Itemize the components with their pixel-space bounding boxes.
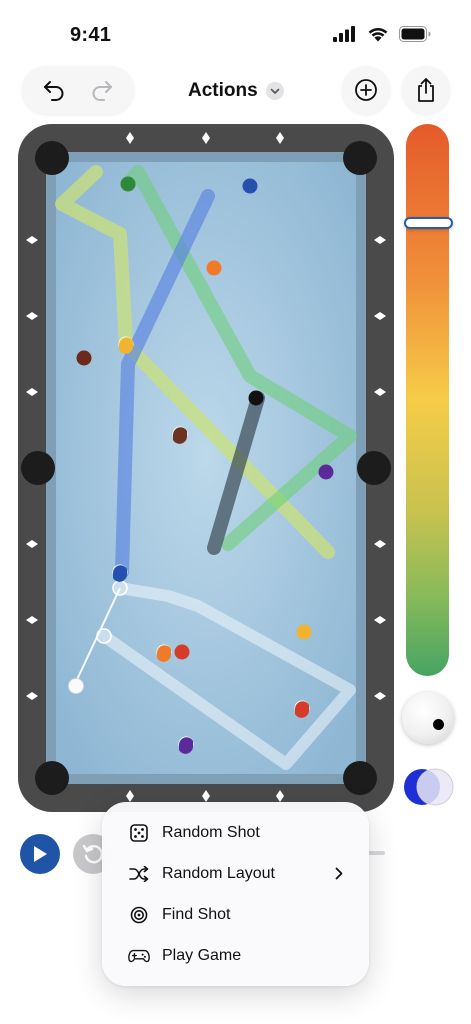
chevron-down-icon — [265, 82, 284, 100]
menu-item-play-game[interactable]: Play Game — [102, 935, 369, 976]
menu-item-find-shot[interactable]: Find Shot — [102, 894, 369, 935]
actions-menu: Random Shot Random Layout Find Shot Play… — [102, 802, 369, 986]
redo-button[interactable] — [82, 70, 122, 110]
actions-menu-title[interactable]: Actions — [188, 78, 284, 104]
status-bar: 9:41 — [0, 0, 471, 60]
menu-item-label: Random Layout — [162, 864, 275, 882]
status-icons — [333, 26, 431, 42]
undo-icon — [44, 81, 64, 101]
dice-icon — [128, 822, 150, 844]
actions-title-label: Actions — [188, 80, 258, 101]
menu-item-label: Find Shot — [162, 905, 231, 923]
cellular-signal-icon — [333, 26, 355, 42]
power-slider-track[interactable] — [406, 124, 449, 676]
target-icon — [128, 904, 150, 926]
chevron-right-icon — [333, 867, 345, 881]
menu-item-label: Play Game — [162, 946, 242, 964]
ball-eight[interactable] — [248, 390, 264, 406]
ball-green[interactable] — [120, 176, 136, 192]
share-button[interactable] — [402, 66, 450, 114]
add-button[interactable] — [342, 66, 390, 114]
cue-ball[interactable] — [68, 678, 84, 694]
ball-orange[interactable] — [206, 260, 222, 276]
spin-control[interactable] — [402, 692, 454, 744]
spin-point[interactable] — [433, 719, 444, 730]
ball-purple[interactable] — [318, 464, 334, 480]
menu-item-random-layout[interactable]: Random Layout — [102, 853, 369, 894]
redo-icon — [92, 81, 112, 101]
ball-blue[interactable] — [242, 178, 258, 194]
share-icon — [418, 78, 434, 102]
reset-icon — [82, 844, 103, 864]
menu-item-random-shot[interactable]: Random Shot — [102, 812, 369, 853]
menu-item-label: Random Shot — [162, 823, 260, 841]
pool-table[interactable] — [18, 124, 394, 812]
shuffle-icon — [128, 863, 150, 885]
battery-icon — [399, 26, 431, 42]
ball-maroon[interactable] — [76, 350, 92, 366]
ball-set-toggle[interactable] — [402, 768, 454, 806]
play-button[interactable] — [20, 834, 60, 874]
gamepad-icon — [128, 945, 150, 967]
play-icon — [34, 846, 47, 862]
plus-circle-icon — [355, 79, 377, 101]
power-slider-thumb[interactable] — [404, 217, 453, 229]
ball-red[interactable] — [174, 644, 190, 660]
status-time: 9:41 — [70, 24, 112, 46]
wifi-icon — [368, 28, 388, 42]
undo-redo-group — [22, 66, 134, 114]
undo-button[interactable] — [34, 70, 74, 110]
ball-yellow[interactable] — [296, 624, 312, 640]
